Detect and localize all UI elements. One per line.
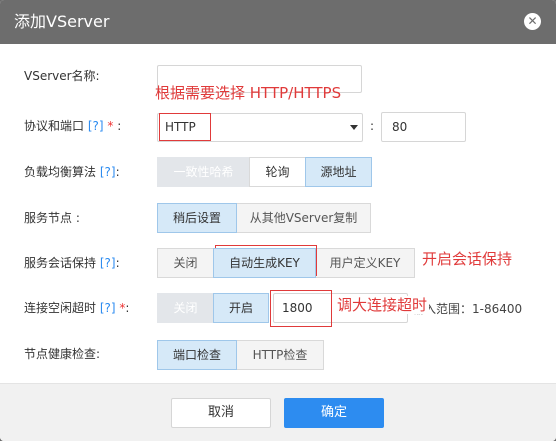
protocol-select[interactable]: HTTP (157, 113, 363, 142)
session-annotation: 开启会话保持 (422, 250, 513, 268)
protocol-label: 协议和端口 [?] * : (24, 118, 121, 134)
balance-option-round-robin[interactable]: 轮询 (249, 157, 306, 187)
health-option-http[interactable]: HTTP检查 (236, 340, 324, 370)
idle-segmented-control: 关闭 开启 (157, 293, 269, 323)
protocol-annotation: 根据需要选择 HTTP/HTTPS (155, 84, 342, 102)
close-icon[interactable]: ✕ (524, 13, 541, 30)
vserver-name-label: VServer名称: (24, 69, 100, 83)
balance-label: 负载均衡算法 [?]: (24, 164, 120, 180)
cancel-button[interactable]: 取消 (171, 398, 271, 428)
session-label: 服务会话保持 [?]: (24, 255, 120, 271)
idle-option-off[interactable]: 关闭 (157, 293, 214, 323)
balance-help-link[interactable]: [?] (100, 165, 116, 179)
session-option-auto-key[interactable]: 自动生成KEY (213, 248, 316, 278)
idle-label-colon: : (125, 301, 130, 315)
protocol-required-mark: * (107, 119, 114, 133)
protocol-label-colon: : (117, 119, 122, 133)
balance-option-hash[interactable]: 一致性哈希 (157, 157, 250, 187)
nodes-option-later[interactable]: 稍后设置 (157, 203, 237, 233)
health-segmented-control: 端口检查 HTTP检查 (157, 340, 324, 370)
balance-option-source-address[interactable]: 源地址 (305, 157, 372, 187)
dialog-title: 添加VServer (14, 12, 110, 31)
session-segmented-control: 关闭 自动生成KEY 用户定义KEY (157, 248, 415, 278)
session-option-off[interactable]: 关闭 (157, 248, 214, 278)
confirm-button[interactable]: 确定 (284, 398, 384, 428)
session-label-text: 服务会话保持 (24, 256, 97, 270)
health-option-port[interactable]: 端口检查 (157, 340, 237, 370)
nodes-label: 服务节点 : (24, 211, 80, 225)
balance-label-text: 负载均衡算法 (24, 165, 97, 179)
idle-timeout-label-text: 连接空闲超时 (24, 301, 97, 315)
idle-option-on[interactable]: 开启 (213, 293, 269, 323)
idle-timeout-label: 连接空闲超时 [?] *: (24, 300, 129, 316)
caret-down-icon (350, 125, 358, 130)
balance-label-colon: : (115, 165, 120, 179)
add-vserver-dialog: 添加VServer ✕ VServer名称: 协议和端口 [?] * : HTT… (0, 0, 556, 441)
session-label-colon: : (115, 256, 120, 270)
nodes-option-copy[interactable]: 从其他VServer复制 (236, 203, 371, 233)
balance-segmented-control: 一致性哈希 轮询 源地址 (157, 157, 372, 187)
dialog-footer: 取消 确定 (0, 383, 556, 441)
protocol-help-link[interactable]: [?] (88, 119, 104, 133)
session-help-link[interactable]: [?] (100, 256, 116, 270)
protocol-label-text: 协议和端口 (24, 119, 85, 133)
nodes-segmented-control: 稍后设置 从其他VServer复制 (157, 203, 371, 233)
session-option-user-key[interactable]: 用户定义KEY (315, 248, 415, 278)
dialog-header: 添加VServer ✕ (0, 0, 556, 44)
port-input[interactable]: 80 (381, 112, 466, 142)
port-colon: : (370, 119, 375, 133)
idle-help-link[interactable]: [?] (100, 301, 116, 315)
timeout-annotation: 调大连接超时 (337, 296, 430, 314)
health-check-label: 节点健康检查: (24, 347, 101, 361)
protocol-select-value: HTTP (165, 120, 196, 134)
